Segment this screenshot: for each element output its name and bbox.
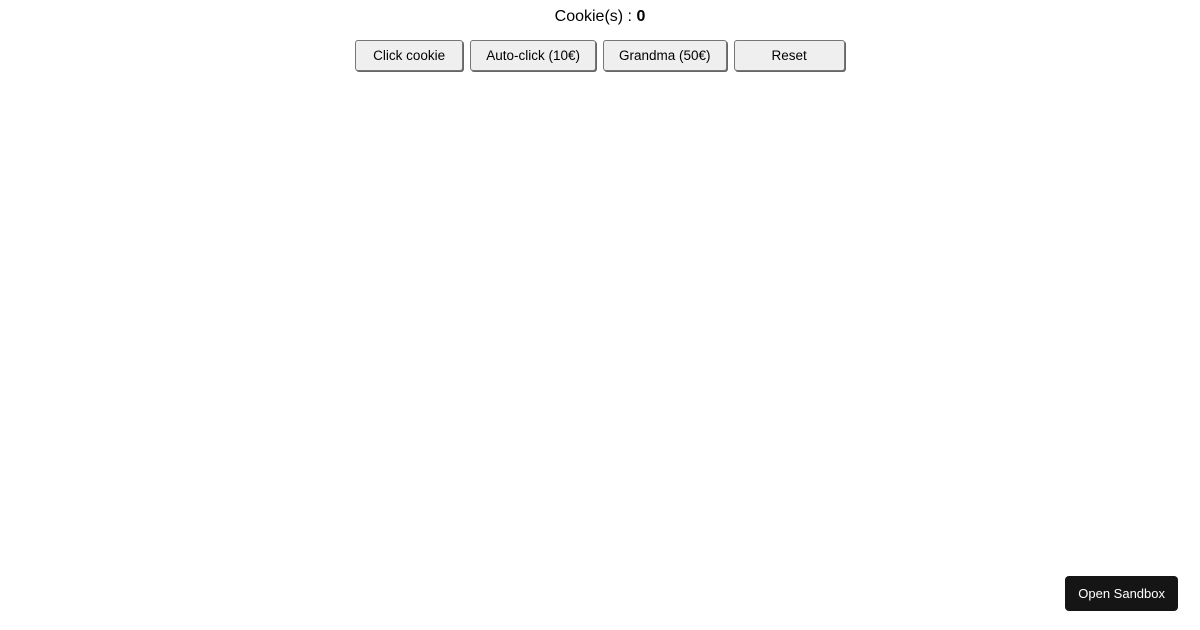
cookie-counter-value: 0 xyxy=(636,8,645,25)
button-row: Click cookie Auto-click (10€) Grandma (5… xyxy=(0,40,1200,71)
click-cookie-button[interactable]: Click cookie xyxy=(355,40,463,71)
reset-button[interactable]: Reset xyxy=(734,40,845,71)
open-sandbox-button[interactable]: Open Sandbox xyxy=(1065,576,1178,611)
auto-click-button[interactable]: Auto-click (10€) xyxy=(470,40,596,71)
grandma-button[interactable]: Grandma (50€) xyxy=(603,40,727,71)
main-container: Cookie(s) : 0 Click cookie Auto-click (1… xyxy=(0,0,1200,71)
cookie-counter-label: Cookie(s) : xyxy=(555,8,637,25)
cookie-counter: Cookie(s) : 0 xyxy=(0,8,1200,26)
